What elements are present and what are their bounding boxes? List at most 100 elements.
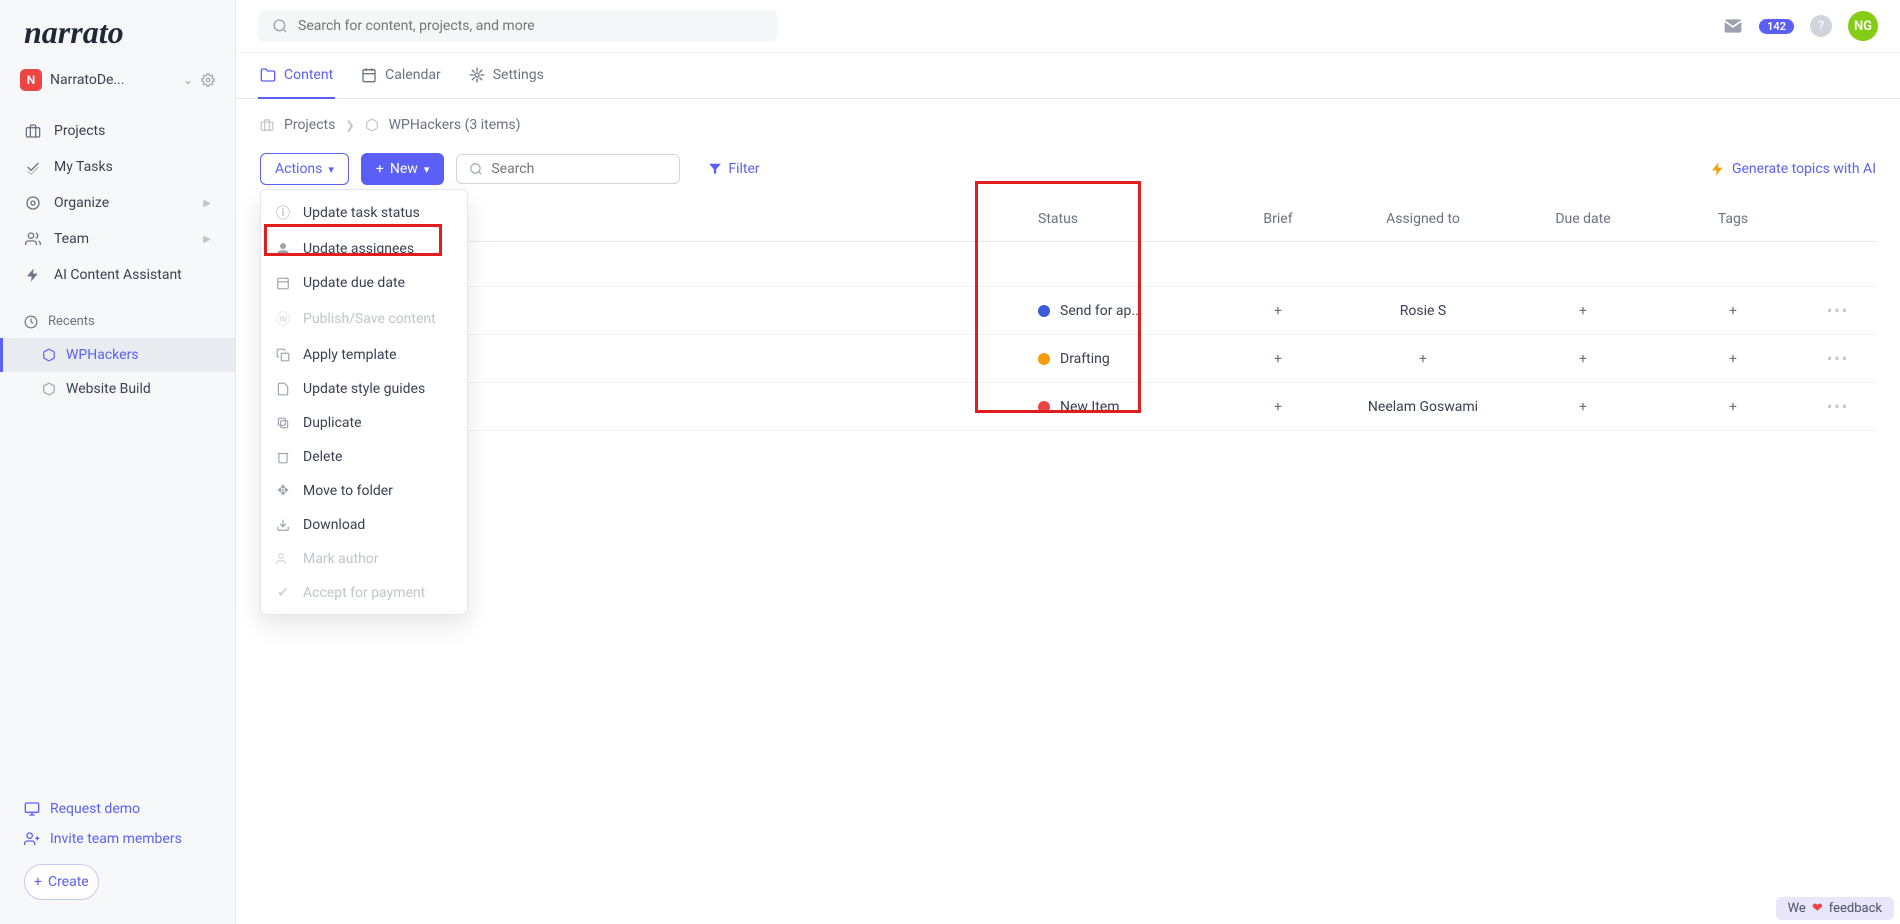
monitor-icon (24, 801, 40, 817)
sidebar-item-label: AI Content Assistant (54, 267, 182, 283)
col-assigned[interactable]: Assigned to (1338, 211, 1508, 227)
users-icon (24, 230, 42, 248)
copy-icon (275, 348, 291, 362)
col-brief[interactable]: Brief (1218, 211, 1338, 227)
status-dot (1038, 305, 1050, 317)
chevron-right-icon: ❯ (345, 119, 354, 132)
row-status[interactable]: Send for ap... (1038, 303, 1218, 319)
breadcrumb-root[interactable]: Projects (284, 117, 335, 133)
sidebar-bottom: Request demo Invite team members + Creat… (0, 786, 235, 924)
row-tags-add[interactable]: + (1658, 351, 1808, 367)
row-brief-add[interactable]: + (1218, 399, 1338, 415)
row-more-icon[interactable]: ••• (1808, 397, 1868, 416)
download-icon (275, 518, 291, 532)
filter-icon (708, 162, 722, 176)
notification-badge[interactable]: 142 (1759, 19, 1794, 34)
invite-team-link[interactable]: Invite team members (0, 824, 235, 854)
gear-icon[interactable] (201, 73, 215, 87)
dd-delete[interactable]: Delete (261, 440, 467, 474)
recent-item-website-build[interactable]: Website Build (0, 372, 235, 406)
actions-button[interactable]: Actions ▾ (260, 153, 349, 185)
dd-update-style-guides[interactable]: Update style guides (261, 372, 467, 406)
breadcrumb-current: WPHackers (3 items) (389, 117, 521, 133)
col-status[interactable]: Status (1038, 211, 1218, 227)
table-row[interactable]: ing Drafting + + + + ••• (260, 335, 1876, 383)
dd-move-to-folder[interactable]: ✥Move to folder (261, 474, 467, 508)
user-check-icon (275, 552, 291, 566)
row-tags-add[interactable]: + (1658, 303, 1808, 319)
dd-update-due-date[interactable]: Update due date (261, 266, 467, 300)
info-icon: ⓘ (275, 203, 291, 223)
tab-calendar[interactable]: Calendar (359, 53, 443, 99)
row-tags-add[interactable]: + (1658, 399, 1808, 415)
breadcrumb: Projects ❯ WPHackers (3 items) (260, 117, 1876, 133)
box-icon (42, 382, 56, 396)
dd-update-task-status[interactable]: ⓘUpdate task status (261, 194, 467, 232)
app-logo[interactable]: narrato (0, 0, 235, 59)
col-tags[interactable]: Tags (1658, 211, 1808, 227)
sidebar-item-my-tasks[interactable]: My Tasks (0, 149, 235, 185)
recents-header: Recents (0, 305, 235, 338)
workspace-selector[interactable]: N NarratoDe... ⌄ (0, 59, 235, 101)
check-circle-icon: ✔ (275, 585, 291, 601)
actions-dropdown: ⓘUpdate task status Update assignees Upd… (260, 189, 468, 615)
check-icon (24, 158, 42, 176)
dd-duplicate[interactable]: Duplicate (261, 406, 467, 440)
table-header: Status Brief Assigned to Due date Tags (260, 197, 1876, 242)
row-status[interactable]: New Item (1038, 399, 1218, 415)
briefcase-icon (260, 118, 274, 132)
briefcase-icon (24, 122, 42, 140)
tab-content[interactable]: Content (258, 53, 335, 99)
filter-button[interactable]: Filter (708, 161, 759, 177)
row-due-add[interactable]: + (1508, 303, 1658, 319)
sidebar-item-ai-assistant[interactable]: AI Content Assistant (0, 257, 235, 293)
request-demo-link[interactable]: Request demo (0, 794, 235, 824)
calendar-icon (275, 276, 291, 290)
status-dot (1038, 401, 1050, 413)
row-due-add[interactable]: + (1508, 399, 1658, 415)
sidebar-item-label: Team (54, 231, 89, 247)
row-more-icon[interactable]: ••• (1808, 349, 1868, 368)
table-category-row[interactable]: ▾ Uncategorized (260, 242, 1876, 287)
dd-download[interactable]: Download (261, 508, 467, 542)
content-search-input[interactable] (491, 161, 669, 177)
recent-item-wphackers[interactable]: WPHackers (0, 338, 235, 372)
sidebar-item-organize[interactable]: Organize ▶ (0, 185, 235, 221)
dd-apply-template[interactable]: Apply template (261, 338, 467, 372)
content-search[interactable] (456, 154, 680, 184)
table-row[interactable]: New Item + Neelam Goswami + + ••• (260, 383, 1876, 431)
dd-accept-payment: ✔Accept for payment (261, 576, 467, 610)
tab-settings[interactable]: Settings (467, 53, 546, 99)
row-status[interactable]: Drafting (1038, 351, 1218, 367)
row-assigned[interactable]: Rosie S (1338, 303, 1508, 319)
new-button[interactable]: + New ▾ (361, 153, 444, 185)
row-brief-add[interactable]: + (1218, 303, 1338, 319)
col-due[interactable]: Due date (1508, 211, 1658, 227)
feedback-widget[interactable]: We ❤ feedback (1776, 897, 1894, 920)
trash-icon (275, 450, 291, 464)
generate-topics-ai-link[interactable]: Generate topics with AI (1710, 161, 1876, 177)
user-avatar[interactable]: NG (1848, 11, 1878, 41)
row-more-icon[interactable]: ••• (1808, 301, 1868, 320)
caret-right-icon: ▶ (203, 198, 211, 209)
global-search[interactable] (258, 10, 778, 42)
row-assigned[interactable]: Neelam Goswami (1338, 399, 1508, 415)
search-icon (469, 162, 483, 176)
sidebar-item-team[interactable]: Team ▶ (0, 221, 235, 257)
global-search-input[interactable] (298, 18, 764, 34)
help-icon[interactable]: ? (1810, 15, 1832, 37)
row-brief-add[interactable]: + (1218, 351, 1338, 367)
row-due-add[interactable]: + (1508, 351, 1658, 367)
sidebar-item-projects[interactable]: Projects (0, 113, 235, 149)
sidebar: narrato N NarratoDe... ⌄ Projects My Tas… (0, 0, 236, 924)
mail-icon[interactable] (1723, 16, 1743, 36)
chevron-down-icon: ▾ (424, 163, 430, 176)
chevron-down-icon: ▾ (328, 163, 334, 176)
calendar-icon (361, 67, 377, 83)
row-assigned-add[interactable]: + (1338, 351, 1508, 367)
table-row[interactable]: Hackers Send for ap... + Rosie S + + ••• (260, 287, 1876, 335)
create-button[interactable]: + Create (24, 864, 99, 900)
file-icon (275, 382, 291, 396)
workspace-name: NarratoDe... (50, 72, 175, 88)
dd-update-assignees[interactable]: Update assignees (261, 232, 467, 266)
